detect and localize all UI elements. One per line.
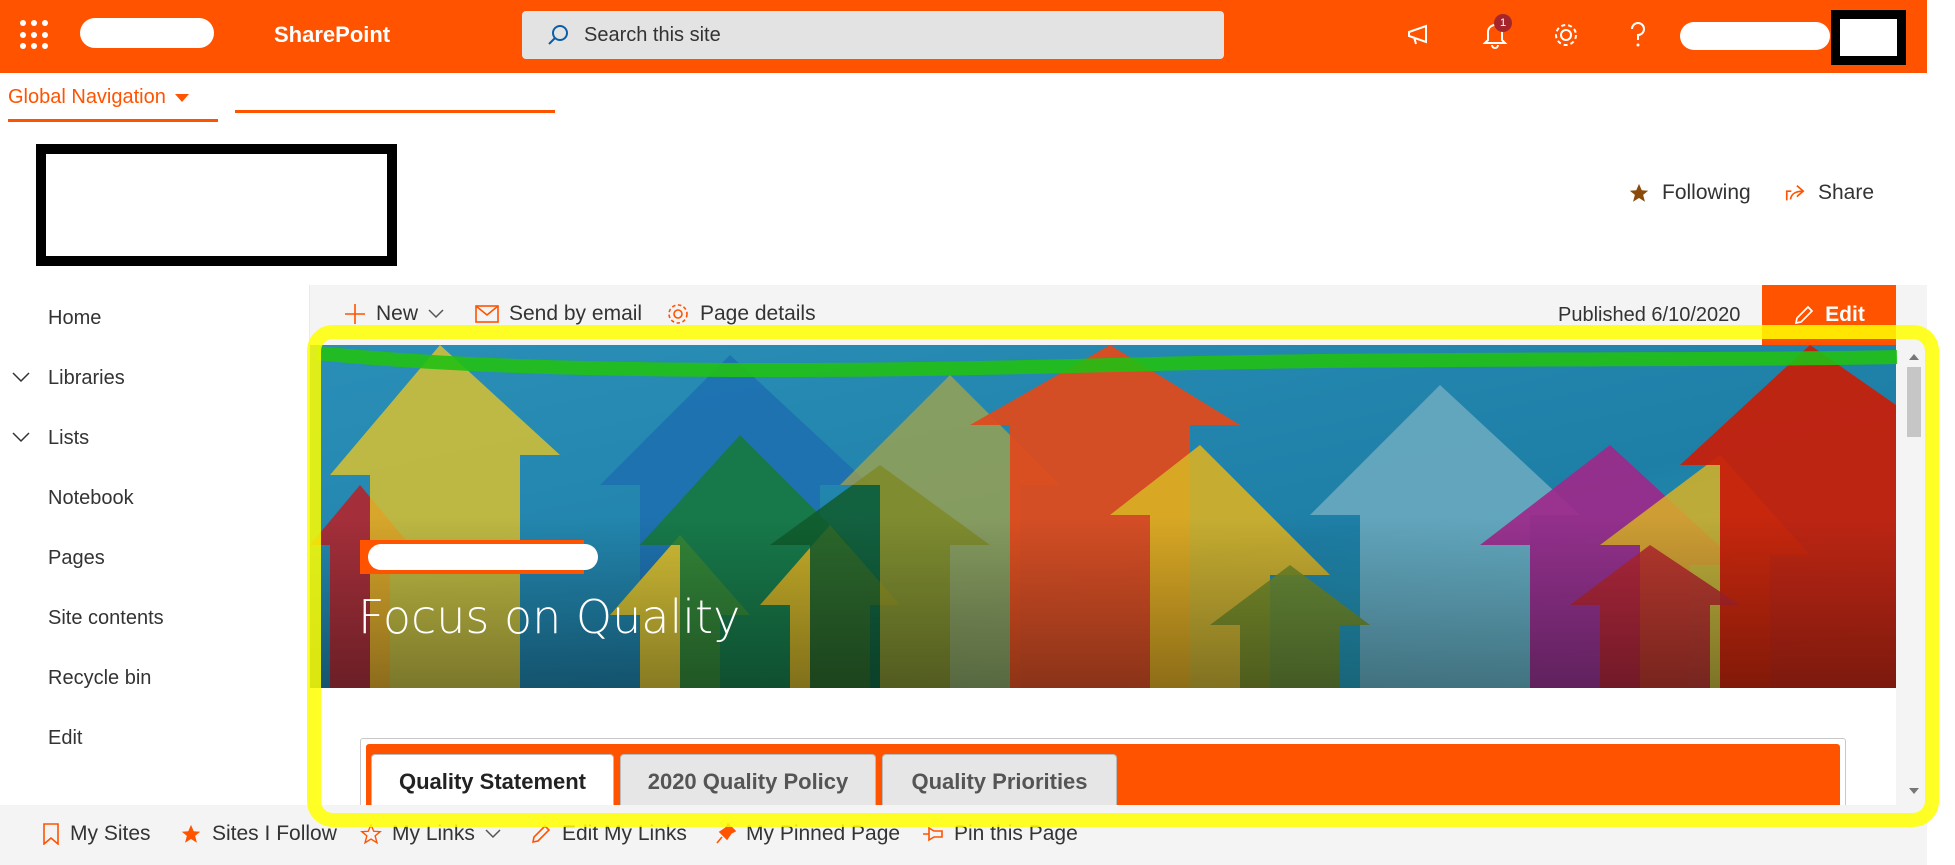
redacted-user-name	[1680, 22, 1830, 50]
pencil-icon	[1795, 305, 1814, 325]
send-label: Send by email	[509, 302, 643, 325]
plus-icon	[345, 304, 365, 324]
app-launcher-icon[interactable]	[20, 20, 50, 50]
search-box[interactable]: Search this site	[522, 11, 1224, 59]
search-icon	[548, 25, 568, 45]
hero-title: Focus on Quality	[358, 590, 741, 644]
redacted-topic-text	[368, 544, 598, 570]
sites-follow-label: Sites I Follow	[212, 822, 337, 845]
page-canvas: Focus on Quality Quality Statement 2020 …	[310, 345, 1896, 805]
sites-i-follow-link[interactable]: Sites I Follow	[180, 822, 337, 846]
pin-this-page-link[interactable]: Pin this Page	[922, 822, 1078, 846]
nav-label: Pages	[48, 547, 105, 569]
edit-page-button[interactable]: Edit	[1762, 285, 1896, 345]
following-button[interactable]: Following	[1628, 181, 1751, 205]
nav-item-home[interactable]: Home	[48, 307, 101, 330]
tabs-webpart: Quality Statement 2020 Quality Policy Qu…	[360, 738, 1846, 805]
global-navigation-menu[interactable]: Global Navigation	[8, 86, 190, 109]
nav-item-notebook[interactable]: Notebook	[48, 487, 134, 510]
nav-item-libraries[interactable]: Libraries	[12, 367, 125, 390]
edit-label: Edit	[1825, 303, 1865, 326]
nav-label: Lists	[48, 427, 90, 449]
nav-label: Edit	[48, 727, 83, 749]
quick-launch-nav: Home Libraries Lists Notebook Pages Site…	[0, 285, 310, 805]
my-pinned-page-link[interactable]: My Pinned Page	[716, 822, 900, 846]
caret-down-icon	[174, 93, 189, 102]
pencil-icon	[531, 824, 551, 844]
global-navigation-bar: Global Navigation	[0, 73, 1927, 125]
share-button[interactable]: Share	[1784, 181, 1874, 205]
pin-icon	[716, 823, 736, 844]
chevron-down-icon	[428, 309, 444, 319]
nav-label: Recycle bin	[48, 667, 152, 689]
scroll-down-arrow-icon[interactable]	[1908, 787, 1920, 795]
notification-bell-icon[interactable]: 1	[1478, 14, 1512, 52]
page-details-button[interactable]: Page details	[666, 302, 816, 326]
sharepoint-brand[interactable]: SharePoint	[274, 22, 390, 48]
my-sites-label: My Sites	[70, 822, 151, 845]
share-label: Share	[1818, 181, 1875, 204]
notification-badge: 1	[1494, 14, 1512, 32]
site-logo	[36, 144, 397, 266]
share-icon	[1785, 185, 1805, 201]
edit-links-label: Edit My Links	[562, 822, 687, 845]
send-by-email-button[interactable]: Send by email	[475, 302, 642, 326]
star-outline-icon	[360, 823, 382, 845]
nav-item-pages[interactable]: Pages	[48, 547, 105, 570]
redacted-org-name	[80, 18, 214, 48]
tab-quality-priorities[interactable]: Quality Priorities	[882, 754, 1117, 805]
suite-bar: SharePoint Search this site 1	[0, 0, 1927, 73]
gear-icon[interactable]	[1549, 18, 1583, 52]
edit-my-links-link[interactable]: Edit My Links	[530, 822, 687, 846]
new-label: New	[376, 302, 419, 325]
chevron-down-icon[interactable]	[12, 371, 30, 383]
megaphone-icon[interactable]	[1404, 18, 1438, 52]
nav-label: Site contents	[48, 607, 164, 629]
mail-icon	[475, 305, 499, 323]
nav-item-edit[interactable]: Edit	[48, 727, 82, 750]
new-button[interactable]: New	[344, 302, 444, 326]
scroll-up-arrow-icon[interactable]	[1908, 353, 1920, 361]
chevron-down-icon[interactable]	[12, 431, 30, 443]
chevron-down-icon	[485, 829, 501, 839]
nav-label: Libraries	[48, 367, 125, 389]
my-links-bar: My Sites Sites I Follow My Links Edit My…	[0, 805, 1927, 865]
global-navigation-underline	[8, 119, 218, 122]
tab-quality-statement[interactable]: Quality Statement	[371, 754, 614, 805]
gear-icon	[668, 304, 688, 324]
search-placeholder: Search this site	[584, 23, 721, 46]
avatar[interactable]	[1831, 10, 1906, 65]
scrollbar-thumb[interactable]	[1907, 367, 1921, 437]
redacted-nav-link	[235, 89, 555, 113]
bookmark-icon	[43, 823, 59, 845]
nav-label: Home	[48, 307, 102, 329]
published-date: Published 6/10/2020	[1558, 304, 1741, 326]
star-icon	[181, 824, 201, 843]
my-links-menu[interactable]: My Links	[360, 822, 501, 846]
tab-2020-quality-policy[interactable]: 2020 Quality Policy	[620, 754, 876, 805]
vertical-scrollbar[interactable]	[1896, 345, 1927, 805]
hero-banner: Focus on Quality	[310, 345, 1896, 688]
star-icon	[1629, 183, 1649, 202]
pin-outline-icon	[923, 826, 943, 842]
my-sites-link[interactable]: My Sites	[42, 822, 151, 846]
nav-label: Notebook	[48, 487, 134, 509]
tab-strip: Quality Statement 2020 Quality Policy Qu…	[366, 744, 1840, 805]
global-navigation-label: Global Navigation	[8, 86, 166, 108]
following-label: Following	[1662, 181, 1751, 204]
pin-label: Pin this Page	[954, 822, 1078, 845]
help-icon[interactable]	[1621, 18, 1655, 52]
nav-item-lists[interactable]: Lists	[12, 427, 90, 450]
nav-item-recycle-bin[interactable]: Recycle bin	[48, 667, 151, 690]
my-links-label: My Links	[392, 822, 475, 845]
details-label: Page details	[700, 302, 816, 325]
nav-item-site-contents[interactable]: Site contents	[48, 607, 164, 630]
pinned-label: My Pinned Page	[746, 822, 901, 845]
page-content: New Send by email Page details Published…	[310, 285, 1927, 805]
site-header: Following Share	[0, 125, 1927, 285]
command-bar: New Send by email Page details Published…	[310, 285, 1927, 345]
